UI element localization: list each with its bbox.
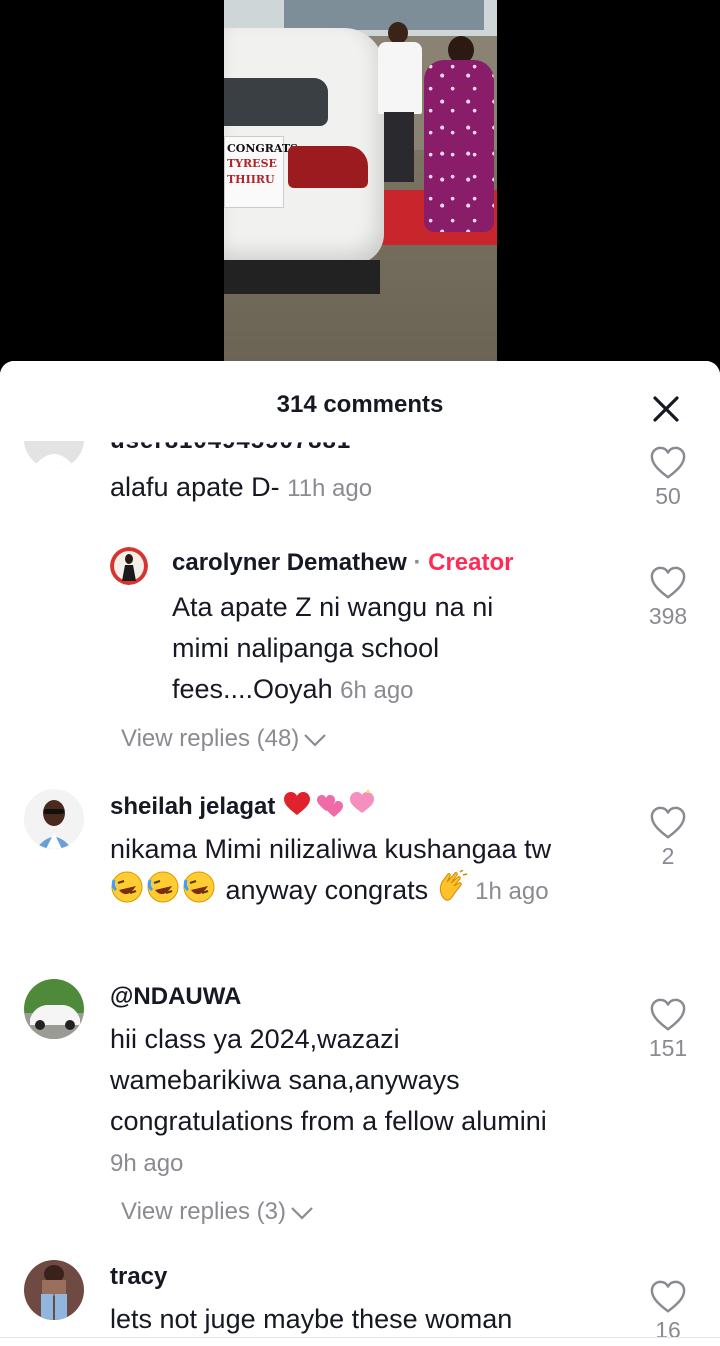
comment-body: Ata apate Z ni wangu na ni mimi nalipang… [172, 592, 494, 704]
sheet-header: 314 comments [0, 361, 720, 441]
chevron-down-icon [304, 733, 327, 747]
close-icon [653, 396, 679, 422]
comment-header: carolyner Demathew · Creator [172, 549, 513, 577]
car-avatar-icon [24, 979, 84, 1039]
sign-line-1: CONGRATS [227, 142, 298, 155]
comment-text: hii class ya 2024,wazazi wamebarikiwa sa… [110, 1019, 550, 1184]
sheet-bottom-edge [0, 1337, 720, 1346]
view-replies-button[interactable]: View replies (48) [121, 725, 327, 753]
comment-text: lets not juge maybe these woman [110, 1299, 610, 1340]
comment-username[interactable]: @NDAUWA [110, 983, 241, 1010]
like-button[interactable]: 16 [638, 1279, 698, 1344]
car-rear-window [224, 78, 328, 126]
heart-outline-icon [650, 446, 686, 479]
comment-text: nikama Mimi nilizaliwa kushangaa tw anyw… [110, 829, 610, 912]
comment-username[interactable]: carolyner Demathew [172, 549, 407, 576]
avatar[interactable] [24, 789, 84, 849]
car-bumper [224, 260, 380, 294]
avatar[interactable] [24, 1260, 84, 1320]
comment-header: @NDAUWA [110, 983, 241, 1011]
car-congrats-sign: CONGRATS TYRESE THIIRU [224, 136, 298, 208]
like-count: 151 [648, 1035, 688, 1061]
like-count: 398 [648, 603, 688, 629]
creator-badge: Creator [428, 549, 514, 576]
avatar[interactable] [110, 547, 148, 585]
heart-outline-icon [650, 998, 686, 1031]
like-button[interactable]: 50 [638, 445, 698, 510]
view-replies-label: View replies (3) [121, 1198, 286, 1225]
chevron-down-icon [291, 1206, 313, 1220]
heart-outline-icon [650, 806, 686, 839]
video-white-car: CONGRATS TYRESE THIIRU [224, 28, 384, 294]
comment-time: 6h ago [340, 677, 414, 704]
close-button[interactable] [648, 391, 688, 427]
like-count: 50 [655, 483, 681, 509]
video-player[interactable]: CONGRATS TYRESE THIIRU [0, 0, 720, 380]
comment-body: alafu apate D- [110, 472, 280, 502]
comment-time: 1h ago [475, 878, 549, 905]
comments-sheet: user8104945907881 alafu apate D- 11h ago… [0, 361, 720, 1346]
car-tail-light [288, 146, 368, 188]
comment-time: 11h ago [287, 475, 373, 502]
rolling-laughing-emojis-icon [111, 871, 215, 903]
like-button[interactable]: 151 [638, 997, 698, 1062]
heart-emojis-icon [284, 789, 375, 817]
like-count: 2 [661, 843, 675, 869]
comment-text: Ata apate Z ni wangu na ni mimi nalipang… [172, 587, 542, 711]
like-button[interactable]: 398 [638, 565, 698, 630]
comment-text: alafu apate D- 11h ago [110, 467, 610, 509]
creator-avatar-icon [110, 547, 148, 585]
comment-header: tracy [110, 1263, 167, 1291]
video-man [374, 22, 424, 182]
separator-dot: · [413, 549, 422, 576]
user-avatar-icon [24, 789, 84, 849]
comments-count-title: 314 comments [276, 391, 444, 418]
user-avatar-icon [24, 1260, 84, 1320]
comment-header: sheilah jelagat [110, 789, 378, 821]
comment-body: lets not juge maybe these woman [110, 1304, 513, 1334]
clapping-hands-icon [439, 870, 467, 901]
comment-body: nikama Mimi nilizaliwa kushangaa tw [110, 834, 552, 864]
view-replies-button[interactable]: View replies (3) [121, 1198, 314, 1226]
comment-username[interactable]: tracy [110, 1263, 167, 1290]
comment-username[interactable]: sheilah jelagat [110, 793, 275, 820]
comment-body-cont: anyway congrats [225, 875, 429, 905]
sign-line-2: TYRESE [227, 157, 277, 171]
comment-time: 9h ago [110, 1150, 184, 1177]
sign-line-3: THIIRU [227, 172, 275, 186]
comment-body: hii class ya 2024,wazazi wamebarikiwa sa… [110, 1024, 547, 1136]
view-replies-label: View replies (48) [121, 725, 300, 752]
video-woman [424, 36, 496, 246]
avatar[interactable] [24, 979, 84, 1039]
heart-outline-icon [650, 566, 686, 599]
heart-outline-icon [650, 1280, 686, 1313]
video-frame[interactable]: CONGRATS TYRESE THIIRU [224, 0, 497, 362]
like-button[interactable]: 2 [638, 805, 698, 870]
